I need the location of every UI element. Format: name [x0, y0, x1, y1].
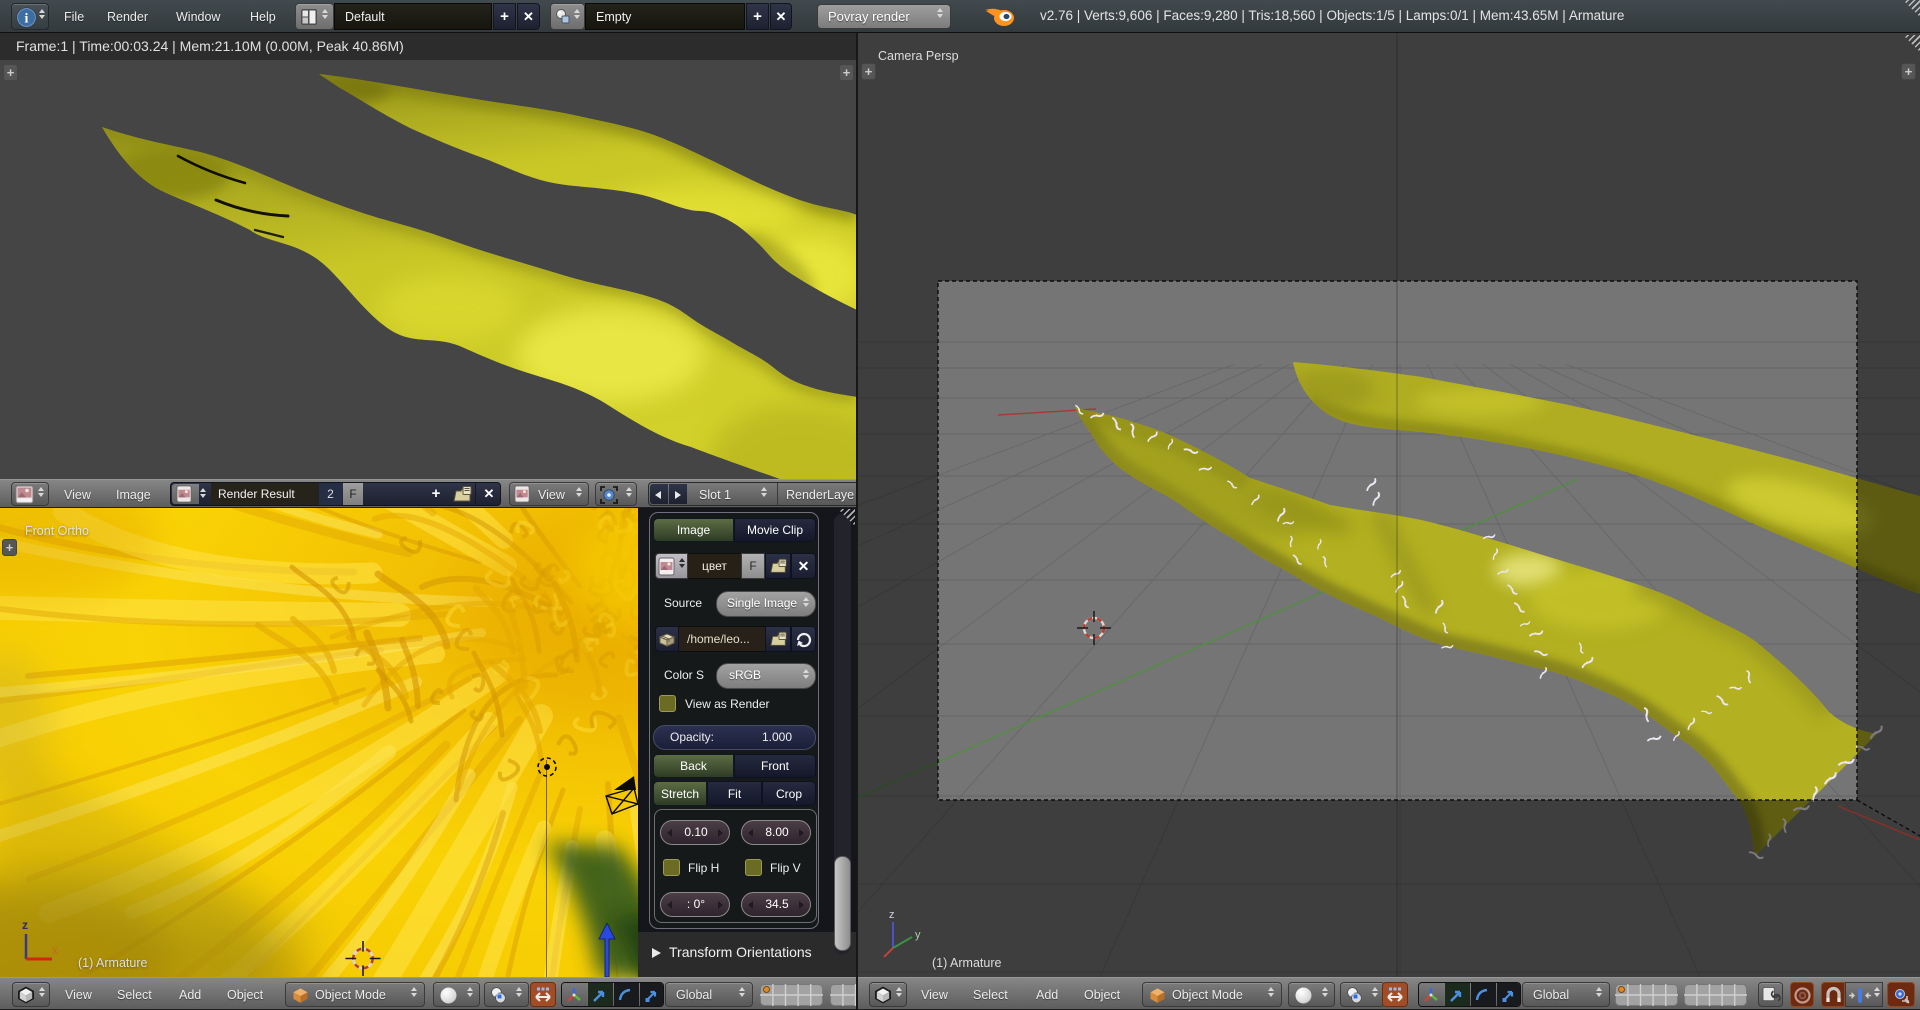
- svg-text:i: i: [25, 12, 29, 27]
- svg-text:z: z: [22, 918, 28, 932]
- svg-text:y: y: [915, 929, 921, 941]
- svg-text:x: x: [52, 943, 58, 957]
- svg-text:z: z: [889, 909, 895, 921]
